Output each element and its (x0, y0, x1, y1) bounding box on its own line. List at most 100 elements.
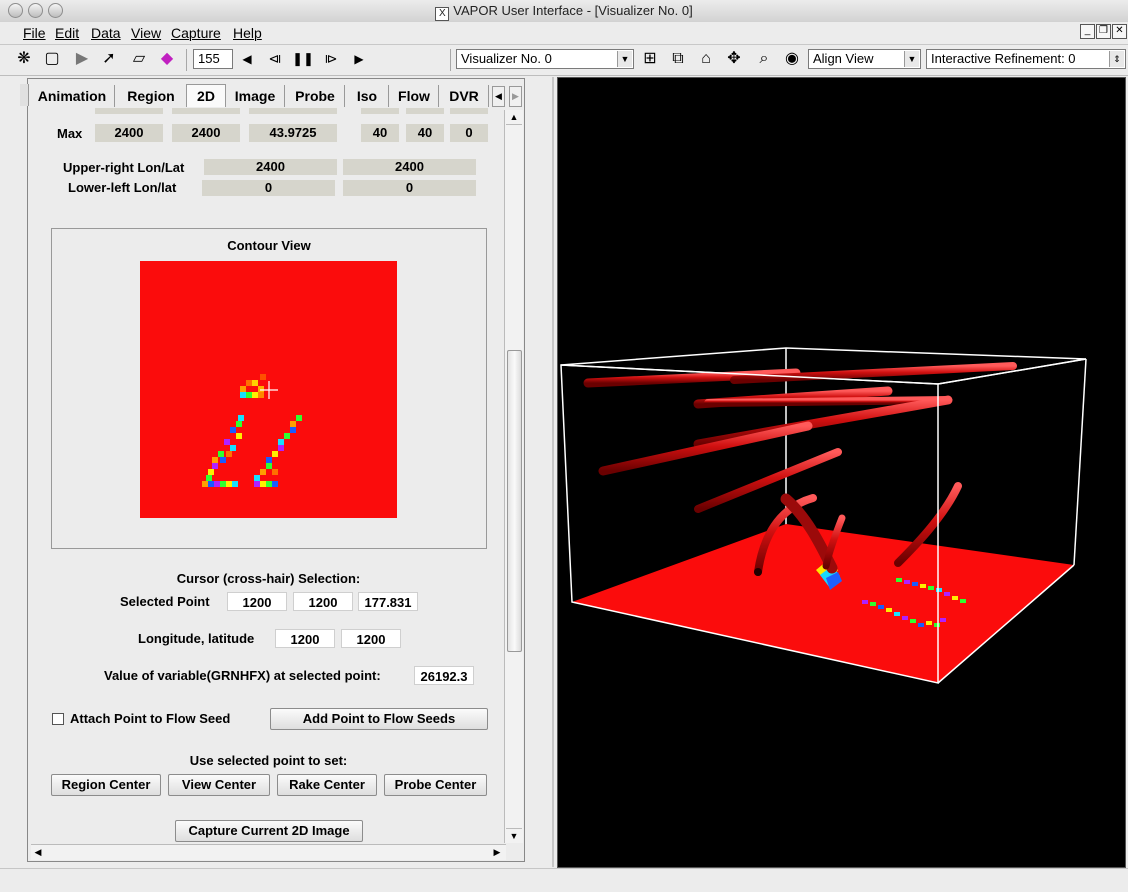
min-field (249, 108, 337, 114)
variable-value-label: Value of variable(GRNHFX) at selected po… (104, 668, 381, 683)
selected-point-z-input[interactable]: 177.831 (358, 592, 418, 611)
horizontal-scrollbar[interactable]: ◀ ▶ (31, 844, 506, 860)
play-icon[interactable]: ▶ (347, 48, 371, 70)
scroll-left-icon[interactable]: ◀ (31, 845, 45, 860)
region-center-button[interactable]: Region Center (51, 774, 161, 796)
scroll-down-icon[interactable]: ▼ (506, 828, 522, 843)
visualizer-select[interactable]: Visualizer No. 0 ▼ (456, 49, 634, 69)
cascade-windows-icon[interactable]: ⧉ (666, 48, 690, 70)
max-z: 43.9725 (249, 124, 337, 142)
lower-left-label: Lower-left Lon/lat (68, 180, 177, 195)
contour-plot (202, 374, 302, 487)
view-center-button[interactable]: View Center (168, 774, 270, 796)
tab-image[interactable]: Image (226, 85, 285, 107)
upper-right-lon: 2400 (204, 159, 337, 175)
variable-value-field: 26192.3 (414, 666, 474, 685)
contour-plane-icon[interactable]: ▱ (127, 48, 151, 70)
lonlat-label: Longitude, latitude (138, 631, 255, 646)
selected-point-y-input[interactable]: 1200 (293, 592, 353, 611)
selected-point-label: Selected Point (120, 594, 210, 609)
grid-layout-icon[interactable]: ⊞ (638, 48, 662, 70)
visualizer-canvas[interactable] (557, 77, 1126, 868)
cursor-section-title: Cursor (cross-hair) Selection: (176, 571, 361, 586)
visualizer-select-value: Visualizer No. 0 (461, 51, 552, 66)
tab-animation[interactable]: Animation (30, 85, 115, 107)
mdi-close-icon[interactable]: ✕ (1112, 24, 1127, 39)
vertical-scrollbar[interactable]: ▲ ▼ (504, 110, 523, 843)
add-point-to-flow-seeds-button[interactable]: Add Point to Flow Seeds (270, 708, 488, 730)
menu-help[interactable]: Help (233, 25, 262, 41)
home-icon[interactable]: ⌂ (694, 48, 718, 70)
chevron-down-icon: ▼ (904, 51, 919, 67)
menu-capture[interactable]: Capture (171, 25, 221, 41)
capture-2d-image-button[interactable]: Capture Current 2D Image (175, 820, 363, 842)
max-j: 40 (406, 124, 444, 142)
tab-scroll-right-icon[interactable]: ▶ (509, 86, 522, 107)
min-field (172, 108, 240, 114)
contour-view-title: Contour View (227, 238, 311, 253)
tab-probe[interactable]: Probe (286, 85, 345, 107)
image-mode-icon[interactable]: ◆ (155, 48, 179, 70)
tab-region[interactable]: Region (116, 85, 187, 107)
step-back-icon[interactable]: ◀ (235, 48, 259, 70)
lower-left-lat: 0 (343, 180, 476, 196)
min-field (361, 108, 399, 114)
selected-point-x-input[interactable]: 1200 (227, 592, 287, 611)
window-title-text: VAPOR User Interface - [Visualizer No. 0… (453, 3, 693, 18)
tab-iso[interactable]: Iso (346, 85, 389, 107)
tab-flow[interactable]: Flow (390, 85, 439, 107)
center-view-icon[interactable]: ✥ (722, 48, 746, 70)
panel-splitter[interactable] (552, 77, 554, 867)
rake-mode-icon[interactable]: ➚ (97, 48, 121, 70)
x11-logo-icon: X (435, 7, 450, 21)
menu-view[interactable]: View (131, 25, 161, 41)
menu-data[interactable]: Data (91, 25, 121, 41)
mdi-minimize-icon[interactable]: _ (1080, 24, 1095, 39)
latitude-input[interactable]: 1200 (341, 629, 401, 648)
title-bar: X VAPOR User Interface - [Visualizer No. … (0, 0, 1128, 23)
probe-center-button[interactable]: Probe Center (384, 774, 487, 796)
scroll-up-icon[interactable]: ▲ (506, 110, 522, 125)
spinner-arrows-icon: ⇕ (1109, 51, 1124, 67)
contour-view-canvas[interactable] (140, 261, 397, 518)
align-view-value: Align View (813, 51, 874, 66)
min-field (450, 108, 488, 114)
interactive-refinement-spinner[interactable]: Interactive Refinement: 0 ⇕ (926, 49, 1126, 69)
scroll-right-icon[interactable]: ▶ (490, 845, 504, 860)
attach-point-checkbox[interactable] (52, 713, 64, 725)
tab-scroll-left-icon[interactable]: ◀ (492, 86, 505, 107)
frame-number-input[interactable]: 155 (193, 49, 233, 69)
frame-back-icon[interactable]: ⧏ (263, 48, 287, 70)
pause-icon[interactable]: ❚❚ (291, 48, 315, 70)
align-view-select[interactable]: Align View ▼ (808, 49, 921, 69)
set-point-label: Use selected point to set: (189, 753, 348, 768)
chevron-down-icon: ▼ (617, 51, 632, 67)
upper-right-label: Upper-right Lon/Lat (63, 160, 185, 175)
lower-left-lon: 0 (202, 180, 335, 196)
toolbar-separator (186, 49, 187, 71)
clipped-min-row (31, 108, 501, 116)
mdi-restore-icon[interactable]: ❐ (1096, 24, 1111, 39)
tab-2d[interactable]: 2D (186, 84, 226, 107)
attach-point-label: Attach Point to Flow Seed (70, 711, 231, 726)
menu-file[interactable]: File (23, 25, 46, 41)
max-k: 0 (450, 124, 488, 142)
3d-scene (560, 347, 1087, 684)
toolbar-separator (450, 49, 451, 71)
frame-forward-icon[interactable]: ⧐ (319, 48, 343, 70)
tab-overflow-left (20, 84, 29, 106)
region-mode-icon[interactable]: ▢ (40, 48, 64, 70)
tab-dvr[interactable]: DVR (440, 85, 489, 107)
max-i: 40 (361, 124, 399, 142)
max-x: 2400 (95, 124, 163, 142)
menu-edit[interactable]: Edit (55, 25, 79, 41)
rake-center-button[interactable]: Rake Center (277, 774, 377, 796)
eye-icon[interactable]: ◉ (780, 48, 804, 70)
contour-pixels (202, 374, 302, 487)
zoom-icon[interactable]: ⌕ (752, 48, 776, 70)
vertical-scroll-thumb[interactable] (507, 350, 522, 652)
longitude-input[interactable]: 1200 (275, 629, 335, 648)
min-field (406, 108, 444, 114)
probe-mode-icon[interactable]: ▶ (70, 48, 94, 70)
navigation-mode-icon[interactable]: ❋ (12, 48, 36, 70)
